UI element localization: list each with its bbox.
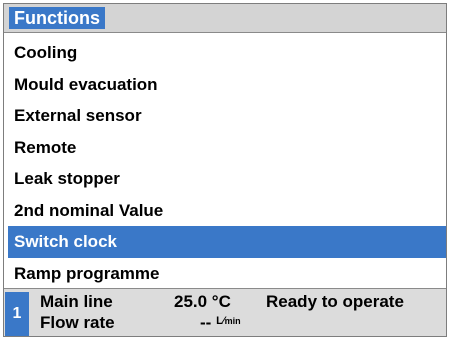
window-title: Functions <box>9 7 105 29</box>
menu-item-mould-evacuation[interactable]: Mould evacuation <box>8 69 446 101</box>
menu-item-cooling[interactable]: Cooling <box>8 37 446 69</box>
flow-rate-unit: L⁄min <box>216 315 241 328</box>
operating-status-text: Ready to operate <box>266 292 404 311</box>
menu-item-external-sensor[interactable]: External sensor <box>8 100 446 132</box>
main-line-value: 25.0 °C <box>174 292 231 311</box>
status-bar: 1 Main line 25.0 °C Flow rate -- L⁄min R… <box>4 288 446 336</box>
flow-rate-number: -- <box>200 313 212 332</box>
menu-item-ramp-programme[interactable]: Ramp programme <box>8 258 446 290</box>
flow-rate-unit-denominator: min <box>224 316 241 327</box>
title-bar: Functions <box>4 4 446 33</box>
functions-menu: Cooling Mould evacuation External sensor… <box>8 37 446 289</box>
flow-rate-label: Flow rate <box>40 313 115 332</box>
flow-rate-value: -- L⁄min <box>200 312 241 334</box>
menu-item-remote[interactable]: Remote <box>8 132 446 164</box>
unit-index-badge: 1 <box>5 292 29 336</box>
menu-item-switch-clock[interactable]: Switch clock <box>8 226 446 258</box>
flow-rate-unit-numerator: L <box>216 315 223 328</box>
menu-item-2nd-nominal-value[interactable]: 2nd nominal Value <box>8 195 446 227</box>
functions-window: Functions Cooling Mould evacuation Exter… <box>3 3 447 337</box>
main-line-label: Main line <box>40 292 113 311</box>
menu-item-leak-stopper[interactable]: Leak stopper <box>8 163 446 195</box>
